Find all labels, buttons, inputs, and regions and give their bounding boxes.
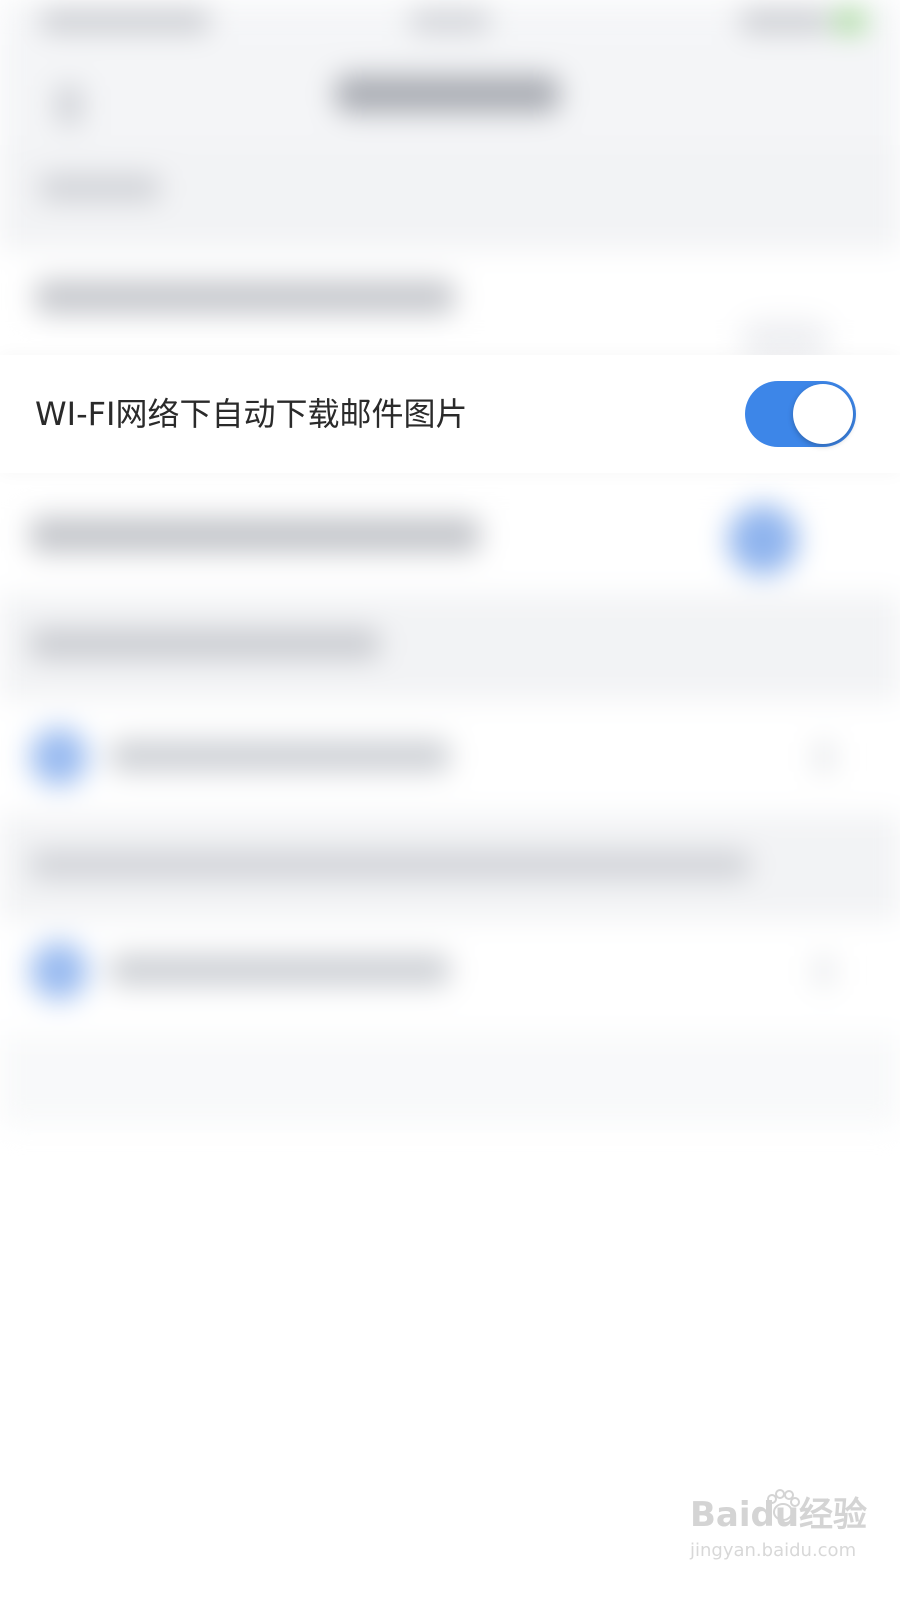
list-item-label xyxy=(110,740,450,772)
chevron-right-icon xyxy=(815,956,833,986)
settings-row[interactable] xyxy=(0,475,900,595)
page-title xyxy=(335,75,560,113)
settings-row[interactable] xyxy=(0,250,900,360)
section-header-text xyxy=(30,851,750,879)
clock xyxy=(410,10,490,32)
list-item-label xyxy=(110,954,450,986)
list-item[interactable] xyxy=(0,920,900,1035)
radio-icon[interactable] xyxy=(30,942,88,1000)
section-header-text xyxy=(40,175,160,201)
section-header xyxy=(0,145,900,250)
battery-icon xyxy=(835,10,865,32)
list-item[interactable] xyxy=(0,700,900,815)
toggle-switch[interactable] xyxy=(740,320,830,360)
wifi-auto-download-images-label: WI-FI网络下自动下载邮件图片 xyxy=(35,395,468,433)
settings-row-label xyxy=(35,280,455,314)
toggle-switch[interactable] xyxy=(728,505,798,575)
status-bar xyxy=(0,0,900,45)
paw-icon xyxy=(767,1489,800,1521)
section-header-text xyxy=(30,629,380,659)
carrier-signal xyxy=(40,10,210,32)
blurred-background xyxy=(0,0,900,1600)
section-header xyxy=(0,595,900,700)
watermark-url: jingyan.baidu.com xyxy=(690,1540,857,1561)
baidu-jingyan-watermark: Baidu经验 jingyan.baidu.com xyxy=(690,1489,880,1585)
navigation-bar xyxy=(0,45,900,145)
chevron-right-icon xyxy=(815,742,833,772)
section-footer xyxy=(0,1035,900,1125)
status-indicators xyxy=(740,10,830,32)
wifi-auto-download-images-row[interactable]: WI-FI网络下自动下载邮件图片 xyxy=(0,355,900,473)
settings-row-label xyxy=(30,517,480,553)
settings-screen: WI-FI网络下自动下载邮件图片 Baidu经验 jingyan.baidu.c… xyxy=(0,0,900,1600)
section-header xyxy=(0,815,900,920)
radio-icon[interactable] xyxy=(30,728,88,786)
back-icon[interactable] xyxy=(55,85,83,125)
wifi-auto-download-images-toggle[interactable] xyxy=(745,381,856,447)
toggle-knob xyxy=(793,384,853,444)
